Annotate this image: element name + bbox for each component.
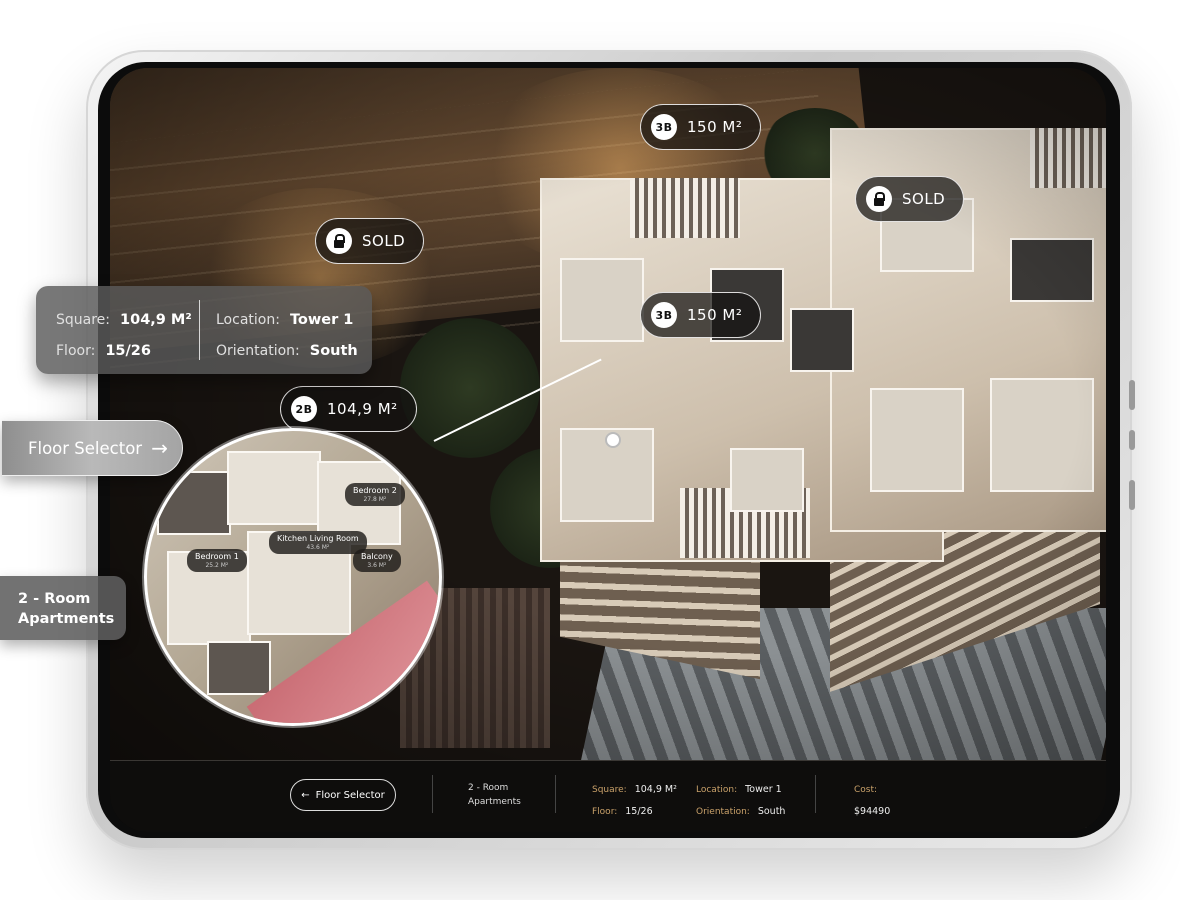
- sold-tag[interactable]: SOLD: [855, 176, 965, 222]
- side-button: [1129, 380, 1135, 410]
- room-name: Bedroom 2: [353, 486, 397, 495]
- apartment-type-line1: 2 - Room: [18, 591, 91, 607]
- location-value: Tower 1: [745, 784, 782, 795]
- lock-icon: [866, 186, 892, 212]
- square-label: Square:: [592, 785, 627, 795]
- sold-label: SOLD: [902, 190, 946, 208]
- floor-row: Floor: 15/26: [56, 335, 192, 366]
- apartment-type-line2: Apartments: [18, 611, 115, 627]
- room-name: Bedroom 1: [195, 552, 239, 561]
- floor-selector-back-button[interactable]: ← Floor Selector: [290, 779, 396, 811]
- arrow-left-icon: ←: [301, 789, 310, 801]
- floor-label: Floor:: [56, 342, 96, 359]
- divider: [815, 775, 816, 813]
- sold-tag[interactable]: SOLD: [315, 218, 425, 264]
- floor-selector-button[interactable]: Floor Selector →: [2, 420, 183, 476]
- unit-area: 150 M²: [687, 306, 743, 324]
- unit-tag[interactable]: 3B 150 M²: [640, 104, 762, 150]
- info-divider: [199, 300, 200, 360]
- info-col-right: Location: Tower 1 Orientation: South: [216, 304, 358, 366]
- floorplan-zoom-circle[interactable]: Bedroom 2 27.8 M² Kitchen Living Room 43…: [144, 428, 442, 726]
- square-label: Square:: [56, 311, 111, 328]
- square-value: 104,9 M²: [120, 311, 192, 328]
- orientation-label: Orientation:: [216, 342, 300, 359]
- cost-field: Cost:: [854, 777, 885, 796]
- room-label-balcony[interactable]: Balcony 3.6 M²: [353, 549, 401, 572]
- room-area: 27.8 M²: [363, 495, 387, 503]
- location-field: Location: Tower 1: [696, 777, 782, 796]
- unit-tag[interactable]: 3B 150 M²: [640, 292, 762, 338]
- square-field: Square: 104,9 M²: [592, 777, 677, 796]
- cost-value: $94490: [854, 799, 890, 818]
- orientation-value: South: [309, 342, 358, 359]
- apartment-type: 2 - Room Apartments: [468, 781, 521, 809]
- apartment-type-card[interactable]: 2 - Room Apartments: [0, 576, 126, 640]
- room-label-bedroom-1[interactable]: Bedroom 1 25.2 M²: [187, 549, 247, 572]
- side-button: [1129, 430, 1135, 450]
- zoom-room: [227, 451, 321, 525]
- room-area: 3.6 M²: [367, 561, 387, 569]
- divider: [555, 775, 556, 813]
- orientation-label: Orientation:: [696, 807, 750, 817]
- floor-label: Floor:: [592, 807, 618, 817]
- orientation-row: Orientation: South: [216, 335, 358, 366]
- floor-value: 15/26: [625, 806, 653, 817]
- location-label: Location:: [216, 311, 280, 328]
- location-row: Location: Tower 1: [216, 304, 358, 335]
- side-button: [1129, 480, 1135, 510]
- arrow-right-icon: →: [151, 436, 168, 460]
- unit-type-badge: 2B: [291, 396, 317, 422]
- floor-field: Floor: 15/26: [592, 799, 653, 818]
- cost-value-text: $94490: [854, 806, 891, 817]
- floor-selector-label: Floor Selector: [28, 438, 143, 458]
- floor-selector-back-label: Floor Selector: [315, 789, 385, 801]
- apartment-type-line1: 2 - Room: [468, 783, 509, 793]
- zoom-room: [157, 471, 231, 535]
- room-label-bedroom-2[interactable]: Bedroom 2 27.8 M²: [345, 483, 405, 506]
- sold-label: SOLD: [362, 232, 406, 250]
- room-area: 43.6 M²: [306, 543, 330, 551]
- unit-type-badge: 3B: [651, 302, 677, 328]
- location-label: Location:: [696, 785, 738, 795]
- info-col-left: Square: 104,9 M² Floor: 15/26: [56, 304, 192, 366]
- room-name: Kitchen Living Room: [277, 534, 359, 543]
- orientation-field: Orientation: South: [696, 799, 785, 818]
- unit-tag[interactable]: 2B 104,9 M²: [280, 386, 417, 432]
- apartment-type-line2: Apartments: [468, 797, 521, 807]
- room-name: Balcony: [361, 552, 393, 561]
- cost-label: Cost:: [854, 785, 878, 795]
- room-area: 25.2 M²: [205, 561, 229, 569]
- square-value: 104,9 M²: [634, 784, 677, 795]
- lock-icon: [326, 228, 352, 254]
- square-row: Square: 104,9 M²: [56, 304, 192, 335]
- apartment-info-card: Square: 104,9 M² Floor: 15/26 Location: …: [36, 286, 372, 374]
- unit-area: 150 M²: [687, 118, 743, 136]
- orientation-value: South: [757, 806, 786, 817]
- zoom-room: [207, 641, 271, 695]
- room-label-kitchen-living[interactable]: Kitchen Living Room 43.6 M²: [269, 531, 367, 554]
- floor-value: 15/26: [105, 342, 151, 359]
- zoom-pointer-dot: [605, 432, 621, 448]
- bottom-info-bar: ← Floor Selector 2 - Room Apartments Squ…: [110, 760, 1106, 832]
- location-value: Tower 1: [289, 311, 354, 328]
- divider: [432, 775, 433, 813]
- unit-area: 104,9 M²: [327, 400, 398, 418]
- unit-type-badge: 3B: [651, 114, 677, 140]
